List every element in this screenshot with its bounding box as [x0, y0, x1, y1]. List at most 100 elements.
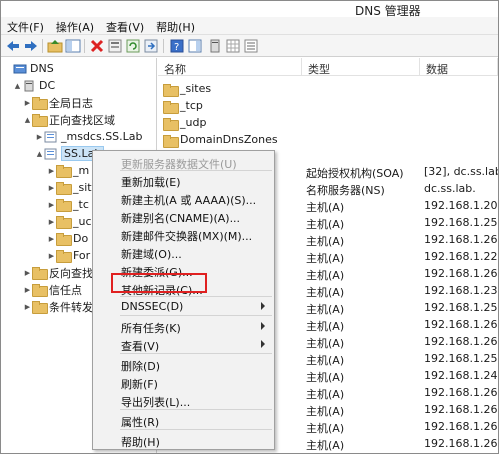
menu-action[interactable]: 操作(A) [50, 17, 100, 34]
table-row[interactable]: _udp [158, 116, 498, 132]
expand-arrow-icon[interactable]: ▶ [47, 167, 56, 175]
context-menu-label: 新建主机(A 或 AAAA)(S)... [121, 194, 257, 207]
context-menu-item[interactable]: 删除(D) [94, 355, 273, 374]
expand-arrow-icon[interactable]: ▶ [47, 184, 56, 192]
tree-item-global-logs[interactable]: ▶ 全局日志 [23, 95, 93, 110]
context-menu-item[interactable]: 帮助(H) [94, 431, 273, 450]
tree-item-label: DNS [30, 62, 54, 75]
context-menu-label: 所有任务(K) [121, 322, 181, 335]
svg-text:?: ? [174, 42, 179, 53]
record-data: 192.168.1.26 [424, 318, 498, 331]
server-icon[interactable] [207, 38, 223, 54]
tree-item-msdcs-zone[interactable]: ▶ _msdcs.SS.Lab [35, 129, 143, 144]
back-icon[interactable] [5, 38, 21, 54]
refresh-icon[interactable] [125, 38, 141, 54]
context-menu-item[interactable]: 刷新(F) [94, 373, 273, 392]
tree-item-subfolder[interactable]: ▶ Do [47, 231, 88, 246]
context-menu-label: 新建域(O)... [121, 248, 182, 261]
folder-icon [163, 84, 179, 97]
tree-item-label: 信任点 [49, 283, 82, 297]
menu-separator [120, 315, 272, 316]
collapse-arrow-icon[interactable]: ▲ [13, 82, 22, 90]
collapse-arrow-icon[interactable]: ▲ [35, 150, 44, 158]
context-menu-item[interactable]: 查看(V) [94, 335, 273, 354]
collapse-arrow-icon[interactable]: ▲ [23, 116, 32, 124]
context-menu-item[interactable]: 导出列表(L)... [94, 391, 273, 410]
expand-arrow-icon[interactable]: ▶ [47, 252, 56, 260]
record-data: 192.168.1.25 [424, 352, 498, 365]
record-type: 名称服务器(NS) [306, 184, 385, 197]
tree-item-trust-points[interactable]: ▶ 信任点 [23, 282, 82, 297]
folder-icon [56, 250, 72, 263]
record-name: _udp [180, 116, 207, 129]
tree-item-label: 正向查找区域 [49, 113, 115, 127]
help-icon[interactable]: ? [169, 38, 185, 54]
context-menu-item[interactable]: 新建别名(CNAME)(A)... [94, 207, 273, 226]
expand-arrow-icon[interactable]: ▶ [23, 286, 32, 294]
tree-item-dc[interactable]: ▲ DC [13, 78, 55, 93]
show-hide-tree-icon[interactable] [65, 38, 81, 54]
up-folder-icon[interactable] [47, 38, 63, 54]
context-menu-label: 帮助(H) [121, 436, 160, 449]
tree-item-subfolder[interactable]: ▶ _m [47, 163, 89, 178]
tree-item-subfolder[interactable]: ▶ _tc [47, 197, 89, 212]
context-menu-item[interactable]: 新建域(O)... [94, 243, 273, 262]
expand-arrow-icon[interactable]: ▶ [23, 99, 32, 107]
context-menu-item[interactable]: 新建邮件交换器(MX)(M)... [94, 225, 273, 244]
expand-arrow-icon[interactable]: ▶ [47, 235, 56, 243]
record-list-icon[interactable] [243, 38, 259, 54]
record-data: 192.168.1.22 [424, 250, 498, 263]
tree-item-subfolder[interactable]: ▶ For [47, 248, 90, 263]
column-header-data[interactable]: 数据 [420, 58, 498, 76]
tree-item-subfolder[interactable]: ▶ _sit [47, 180, 92, 195]
record-type: 主机(A) [306, 354, 345, 367]
action-pane-icon[interactable] [187, 38, 203, 54]
tree-item-label: _msdcs.SS.Lab [61, 130, 143, 143]
folder-icon [56, 182, 72, 195]
record-type: 主机(A) [306, 422, 345, 435]
properties-icon[interactable] [107, 38, 123, 54]
context-menu-label: 重新加载(E) [121, 176, 181, 189]
column-header-name[interactable]: 名称 [158, 58, 302, 76]
folder-icon [32, 114, 48, 127]
record-data: dc.ss.lab. [424, 182, 476, 195]
table-row[interactable]: DomainDnsZones [158, 133, 498, 149]
context-menu: 更新服务器数据文件(U) 重新加载(E) 新建主机(A 或 AAAA)(S)... 新… [92, 150, 275, 450]
folder-icon [163, 135, 179, 148]
expand-arrow-icon[interactable]: ▶ [47, 218, 56, 226]
tree-item-dns[interactable]: DNS [4, 61, 54, 76]
table-row[interactable]: _tcp [158, 99, 498, 115]
folder-icon [163, 118, 179, 131]
zone-icon [44, 148, 57, 159]
context-menu-item[interactable]: DNSSEC(D) [94, 297, 273, 316]
context-menu-item[interactable]: 新建主机(A 或 AAAA)(S)... [94, 189, 273, 208]
menu-view[interactable]: 查看(V) [100, 17, 150, 34]
forward-icon[interactable] [23, 38, 39, 54]
expand-arrow-icon[interactable]: ▶ [47, 201, 56, 209]
export-list-icon[interactable] [143, 38, 159, 54]
folder-icon [56, 233, 72, 246]
menu-help[interactable]: 帮助(H) [150, 17, 201, 34]
tree-item-label: For [73, 249, 91, 262]
record-data: 192.168.1.26 [424, 335, 498, 348]
record-type: 主机(A) [306, 337, 345, 350]
tree-item-forward-lookup-zones[interactable]: ▲ 正向查找区域 [23, 112, 115, 127]
expand-arrow-icon[interactable]: ▶ [35, 133, 44, 141]
delete-icon[interactable] [89, 38, 105, 54]
menu-separator [120, 296, 272, 297]
tree-item-subfolder[interactable]: ▶ _uc [47, 214, 92, 229]
context-menu-item[interactable]: 所有任务(K) [94, 317, 273, 336]
record-type: 主机(A) [306, 252, 345, 265]
table-row[interactable]: _sites [158, 82, 498, 98]
grid-icon[interactable] [225, 38, 241, 54]
context-menu-item[interactable]: 重新加载(E) [94, 171, 273, 190]
context-menu-item[interactable]: 属性(R) [94, 411, 273, 430]
record-type: 起始授权机构(SOA) [306, 167, 404, 180]
record-type: 主机(A) [306, 235, 345, 248]
expand-arrow-icon[interactable]: ▶ [23, 303, 32, 311]
record-data: 192.168.1.23 [424, 284, 498, 297]
column-header-type[interactable]: 类型 [302, 58, 420, 76]
menu-file[interactable]: 文件(F) [1, 17, 50, 34]
expand-arrow-icon[interactable]: ▶ [23, 269, 32, 277]
context-menu-label: 新建邮件交换器(MX)(M)... [121, 230, 253, 243]
